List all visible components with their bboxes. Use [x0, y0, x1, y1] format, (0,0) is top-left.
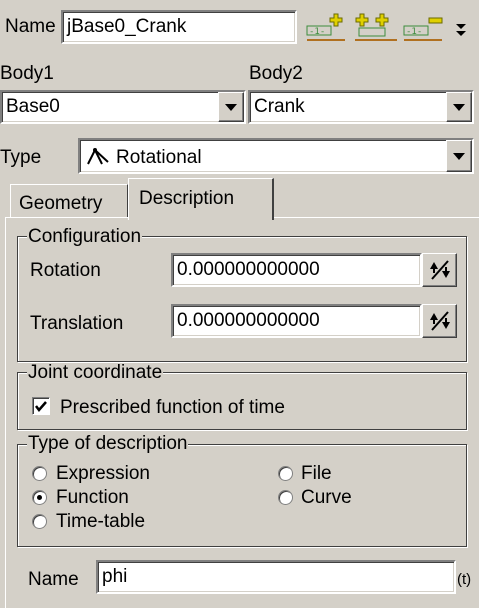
function-name-label: Name — [28, 569, 79, 590]
body2-dropdown-button[interactable] — [446, 92, 472, 122]
radio-time-table[interactable] — [32, 514, 47, 529]
rotation-toggle-button[interactable] — [422, 253, 457, 287]
configuration-title: Configuration — [27, 226, 143, 247]
chevron-down-icon — [225, 103, 237, 111]
svg-text:-1-: -1- — [309, 27, 325, 37]
rotation-input[interactable]: 0.000000000000 — [171, 253, 422, 287]
prescribed-checkbox[interactable] — [32, 397, 50, 415]
joint-name-input[interactable]: jBase0_Crank — [61, 10, 297, 44]
joint-type-dropdown[interactable]: Rotational — [78, 138, 474, 174]
joint-type-value: Rotational — [116, 147, 202, 168]
radio-expression[interactable] — [32, 466, 47, 481]
description-type-title: Type of description — [27, 433, 189, 454]
radio-file[interactable] — [278, 466, 293, 481]
radio-function-label: Function — [56, 487, 129, 508]
body2-dropdown[interactable]: Crank — [248, 90, 474, 124]
add-multiple-icon[interactable] — [351, 10, 403, 44]
tab-geometry[interactable]: Geometry — [10, 184, 128, 218]
rotational-joint-icon — [87, 147, 109, 165]
rotation-label: Rotation — [30, 260, 101, 281]
type-dropdown-button[interactable] — [446, 140, 472, 172]
body2-label: Body2 — [249, 63, 303, 84]
checkmark-icon — [35, 401, 47, 412]
prescribed-label: Prescribed function of time — [60, 397, 285, 418]
translation-label: Translation — [30, 313, 124, 334]
radio-function[interactable] — [32, 490, 47, 505]
function-name-input[interactable]: phi — [96, 560, 456, 594]
up-down-arrows-icon — [429, 260, 450, 280]
tab-description[interactable]: Description — [128, 178, 274, 220]
radio-file-label: File — [301, 463, 332, 484]
add-icon[interactable]: -1- — [305, 10, 353, 44]
chevron-down-icon — [453, 152, 465, 160]
radio-time-table-label: Time-table — [56, 511, 146, 532]
svg-text:-1-: -1- — [406, 27, 422, 37]
more-arrow-icon[interactable] — [454, 22, 470, 38]
body1-dropdown-button[interactable] — [218, 92, 244, 122]
body1-label: Body1 — [0, 63, 54, 84]
type-label: Type — [0, 147, 42, 168]
translation-input[interactable]: 0.000000000000 — [171, 304, 422, 338]
function-suffix: (t) — [457, 571, 472, 588]
chevron-down-icon — [453, 103, 465, 111]
radio-expression-label: Expression — [56, 463, 150, 484]
remove-icon[interactable]: -1- — [402, 10, 450, 44]
body1-dropdown[interactable]: Base0 — [0, 90, 246, 124]
joint-coordinate-title: Joint coordinate — [27, 362, 164, 383]
translation-toggle-button[interactable] — [422, 304, 457, 338]
up-down-arrows-icon — [429, 311, 450, 331]
radio-curve-label: Curve — [301, 487, 352, 508]
name-label: Name — [5, 16, 56, 37]
radio-curve[interactable] — [278, 490, 293, 505]
